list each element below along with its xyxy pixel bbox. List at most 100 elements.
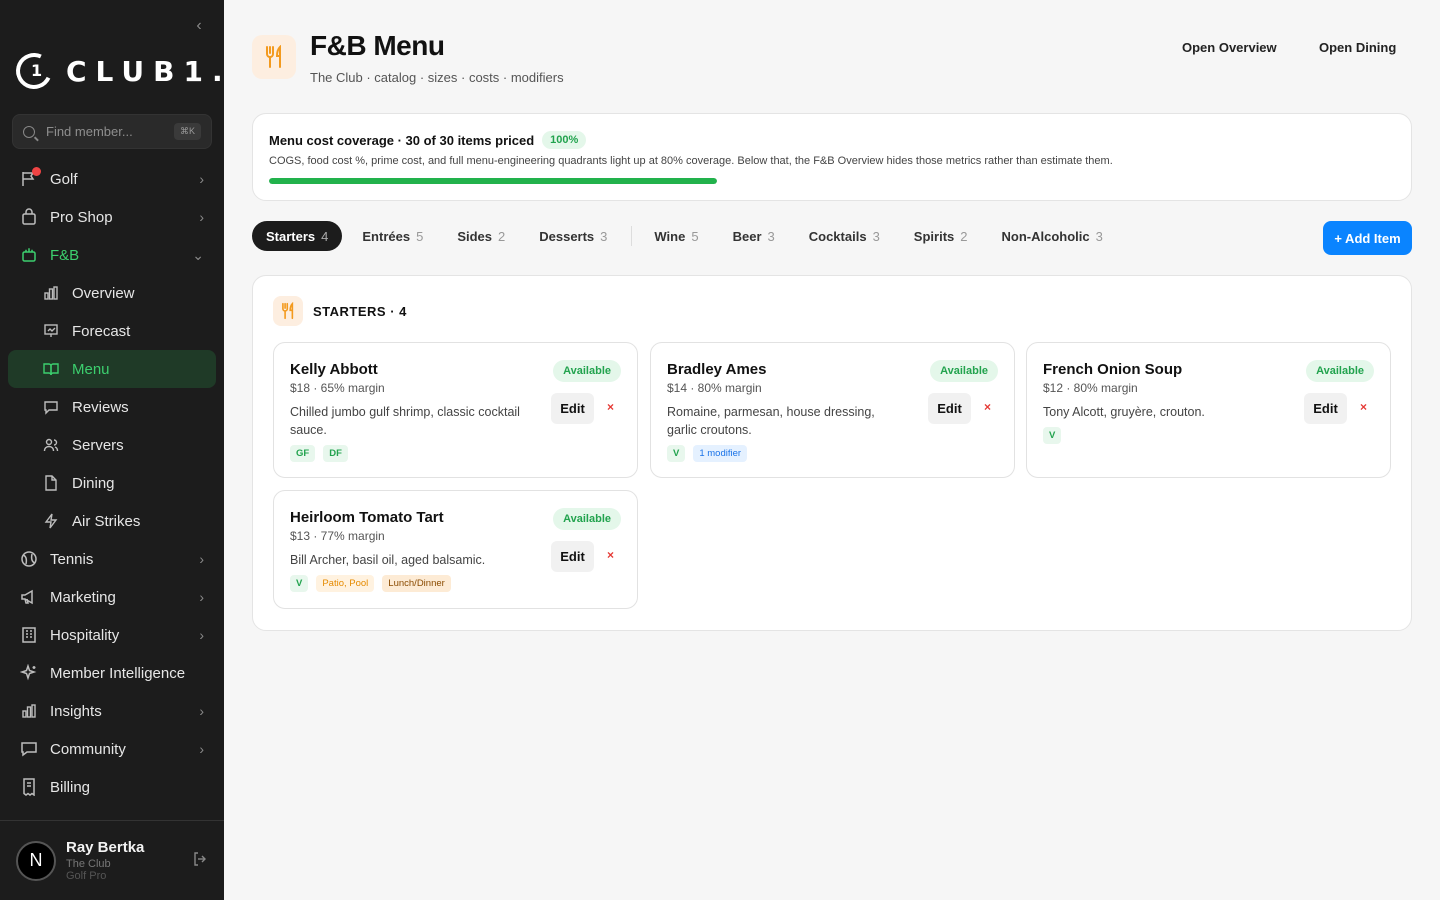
sidebar-item-label: Member Intelligence [50, 664, 186, 682]
sidebar-nav: Golf › Pro Shop › F&B ⌄ Overview Forecast Menu Re… [8, 160, 216, 806]
building-icon [20, 626, 38, 644]
tab-divider [631, 226, 633, 246]
chevron-right-icon: › [199, 589, 204, 605]
logout-icon[interactable] [192, 851, 208, 870]
cutlery-icon [20, 246, 38, 264]
tab-spirits[interactable]: Spirits 2 [900, 221, 982, 251]
sidebar-item-label: Forecast [72, 322, 131, 340]
tab-count: 3 [600, 228, 608, 244]
tab-count: 3 [767, 228, 775, 244]
menu-item-tag: V [667, 445, 686, 462]
delete-icon[interactable]: × [607, 548, 614, 562]
tab-label: Starters [266, 228, 316, 244]
sidebar-item-label: Air Strikes [72, 512, 141, 530]
sidebar-item-overview[interactable]: Overview [8, 274, 216, 312]
menu-item-tag: DF [323, 445, 348, 462]
menu-item-tag: Lunch/Dinner [382, 575, 451, 592]
presentation-icon [42, 322, 60, 340]
sidebar-item-servers[interactable]: Servers [8, 426, 216, 464]
chevron-right-icon: › [199, 209, 204, 225]
sidebar-item-pro-shop[interactable]: Pro Shop › [8, 198, 216, 236]
sidebar-item-tennis[interactable]: Tennis › [8, 540, 216, 578]
status-badge: Available [930, 360, 998, 382]
delete-icon[interactable]: × [1360, 400, 1367, 414]
sidebar-item-f-b[interactable]: F&B ⌄ [8, 236, 216, 274]
search-icon [23, 125, 35, 138]
tab-beer[interactable]: Beer 3 [719, 221, 789, 251]
add-item-button[interactable]: + Add Item [1323, 221, 1412, 255]
notification-dot [32, 167, 41, 176]
coverage-title: Menu cost coverage · 30 of 30 items pric… [269, 132, 535, 148]
sidebar-item-dining[interactable]: Dining [8, 464, 216, 502]
menu-item-description: Bill Archer, basil oil, aged balsamic. [290, 553, 486, 567]
page-subtitle: The Club · catalog · sizes · costs · mod… [310, 70, 564, 85]
section-title: STARTERS · 4 [313, 304, 407, 319]
tab-label: Non-Alcoholic [1001, 228, 1090, 244]
sidebar-item-billing[interactable]: Billing [8, 768, 216, 806]
sidebar-item-community[interactable]: Community › [8, 730, 216, 768]
menu-item-card: French Onion Soup $12 · 80% margin Tony Al… [1026, 342, 1391, 478]
open-dining-link[interactable]: Open Dining [1319, 40, 1396, 55]
logo-mark: 1 [10, 47, 58, 95]
tab-count: 3 [872, 228, 880, 244]
status-badge: Available [553, 508, 621, 530]
sidebar-item-label: Menu [72, 360, 110, 378]
menu-item-tags: V 1 modifier [667, 445, 998, 462]
bar-chart-icon [20, 702, 38, 720]
user-club: The Club [66, 858, 111, 870]
chevron-down-icon: ⌄ [192, 246, 204, 263]
sidebar-item-label: Marketing [50, 588, 116, 606]
tab-cocktails[interactable]: Cocktails 3 [795, 221, 894, 251]
tab-sides[interactable]: Sides 2 [443, 221, 519, 251]
member-search[interactable]: ⌘K [12, 114, 212, 149]
tab-label: Cocktails [808, 228, 867, 244]
category-tabs: Starters 4 Entrées 5 Sides 2 Desserts 3 Wine 5 Bee… [252, 221, 1123, 251]
coverage-progress-bar [269, 178, 717, 184]
sidebar-item-golf[interactable]: Golf › [8, 160, 216, 198]
sidebar-item-hospitality[interactable]: Hospitality › [8, 616, 216, 654]
sidebar-item-label: Dining [72, 474, 115, 492]
user-profile[interactable]: N Ray Bertka The Club Golf Pro [0, 820, 224, 900]
sidebar-item-label: Billing [50, 778, 91, 796]
tab-entr-es[interactable]: Entrées 5 [348, 221, 437, 251]
delete-icon[interactable]: × [607, 400, 614, 414]
menu-item-card: Kelly Abbott $18 · 65% margin Chilled jumb… [273, 342, 638, 478]
cutlery-icon [252, 35, 296, 79]
open-overview-link[interactable]: Open Overview [1182, 40, 1277, 55]
sidebar-item-marketing[interactable]: Marketing › [8, 578, 216, 616]
member-search-input[interactable] [46, 124, 166, 139]
avatar: N [16, 840, 56, 881]
tab-starters[interactable]: Starters 4 [252, 221, 343, 251]
sidebar-item-label: Pro Shop [50, 208, 113, 226]
shortcut-hint: ⌘K [173, 123, 201, 140]
edit-button[interactable]: Edit [928, 393, 971, 424]
chevron-right-icon: › [199, 703, 204, 719]
edit-button[interactable]: Edit [551, 541, 594, 572]
tab-wine[interactable]: Wine 5 [640, 221, 712, 251]
sidebar-item-insights[interactable]: Insights › [8, 692, 216, 730]
user-info: Ray Bertka The Club Golf Pro [66, 839, 144, 882]
tab-label: Desserts [539, 228, 595, 244]
sidebar-item-air-strikes[interactable]: Air Strikes [8, 502, 216, 540]
collapse-sidebar-icon[interactable]: ‹ [190, 16, 208, 36]
edit-button[interactable]: Edit [551, 393, 594, 424]
sidebar: ‹ 1 CLUB1. ⌘K Golf›Pro Shop›F&B⌄Overview… [0, 0, 224, 900]
sidebar-item-label: Reviews [72, 398, 129, 416]
tab-desserts[interactable]: Desserts 3 [525, 221, 621, 251]
chevron-right-icon: › [199, 551, 204, 567]
edit-button[interactable]: Edit [1304, 393, 1347, 424]
delete-icon[interactable]: × [984, 400, 991, 414]
menu-item-tag: V [290, 575, 309, 592]
bolt-icon [42, 512, 60, 530]
sidebar-item-menu[interactable]: Menu [8, 350, 216, 388]
menu-item-tag: V [1043, 427, 1062, 444]
sidebar-item-forecast[interactable]: Forecast [8, 312, 216, 350]
chevron-right-icon: › [199, 171, 204, 187]
tennis-ball-icon [20, 550, 38, 568]
menu-item-tags: GF DF [290, 445, 621, 462]
sidebar-item-reviews[interactable]: Reviews [8, 388, 216, 426]
status-badge: Available [1306, 360, 1374, 382]
tab-count: 2 [960, 228, 968, 244]
tab-non-alcoholic[interactable]: Non-Alcoholic 3 [988, 221, 1117, 251]
sidebar-item-member-intelligence[interactable]: Member Intelligence [8, 654, 216, 692]
